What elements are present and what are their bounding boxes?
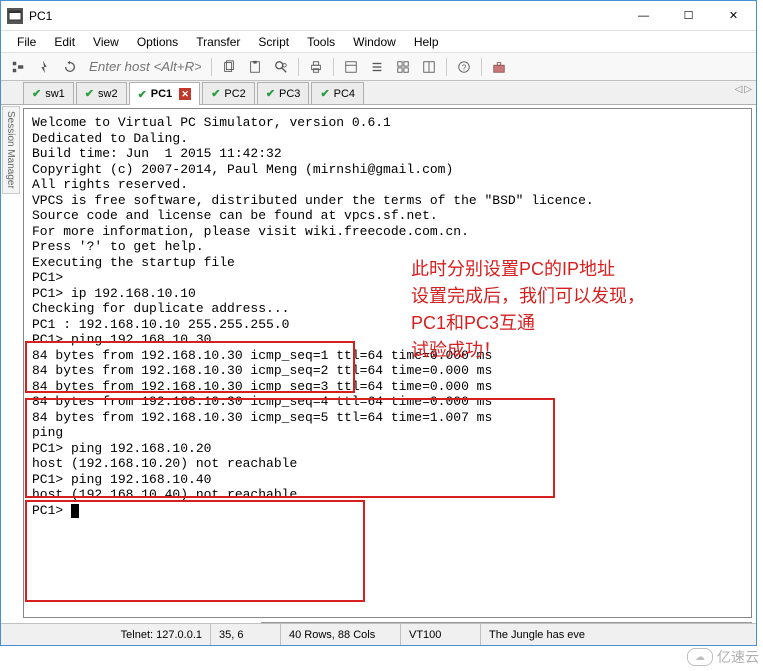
- toolbar-separator: [481, 58, 482, 76]
- check-icon: ✔: [266, 87, 275, 100]
- sidebar-session-manager[interactable]: Session Manager: [2, 106, 20, 194]
- tab-pc4[interactable]: ✔ PC4: [311, 82, 364, 104]
- tab-label: sw2: [98, 88, 118, 100]
- tab-close-icon[interactable]: ✕: [179, 88, 191, 100]
- cloud-icon: ☁: [687, 648, 713, 666]
- tab-label: PC2: [224, 88, 245, 100]
- check-icon: ✔: [211, 87, 220, 100]
- reconnect-icon[interactable]: [59, 56, 81, 78]
- menu-bar: File Edit View Options Transfer Script T…: [1, 31, 756, 53]
- tab-label: PC3: [279, 88, 300, 100]
- app-icon: [7, 8, 23, 24]
- menu-view[interactable]: View: [85, 33, 127, 51]
- check-icon: ✔: [320, 87, 329, 100]
- status-telnet: Telnet: 127.0.0.1: [1, 624, 211, 645]
- tab-pc2[interactable]: ✔ PC2: [202, 82, 255, 104]
- toolbar-separator: [298, 58, 299, 76]
- title-bar: PC1 — ☐ ✕: [1, 1, 756, 31]
- tab-pc3[interactable]: ✔ PC3: [257, 82, 310, 104]
- tab-label: PC1: [151, 88, 172, 100]
- tab-sw1[interactable]: ✔ sw1: [23, 82, 74, 104]
- toolbar-separator: [446, 58, 447, 76]
- list-icon[interactable]: [366, 56, 388, 78]
- status-extra: The Jungle has eve: [481, 624, 756, 645]
- annotation-line: 此时分别设置PC的IP地址: [411, 256, 645, 283]
- status-size: 40 Rows, 88 Cols: [281, 624, 401, 645]
- tab-bar: ✔ sw1 ✔ sw2 ✔ PC1 ✕ ✔ PC2 ✔ PC3 ✔ PC4 ◁ ▷: [1, 81, 756, 105]
- check-icon: ✔: [138, 88, 147, 101]
- close-button[interactable]: ✕: [711, 1, 756, 30]
- menu-script[interactable]: Script: [250, 33, 297, 51]
- toolbar-separator: [333, 58, 334, 76]
- maximize-button[interactable]: ☐: [666, 1, 711, 30]
- check-icon: ✔: [85, 87, 94, 100]
- help-icon[interactable]: ?: [453, 56, 475, 78]
- status-cursor-pos: 35, 6: [211, 624, 281, 645]
- annotation-line: 设置完成后，我们可以发现，: [411, 283, 645, 310]
- session-manager-icon[interactable]: [7, 56, 29, 78]
- tab-label: PC4: [334, 88, 355, 100]
- check-icon: ✔: [32, 87, 41, 100]
- menu-file[interactable]: File: [9, 33, 44, 51]
- quick-connect-icon[interactable]: [33, 56, 55, 78]
- app-window: PC1 — ☐ ✕ File Edit View Options Transfe…: [0, 0, 757, 646]
- host-input[interactable]: [85, 57, 205, 77]
- tab-sw2[interactable]: ✔ sw2: [76, 82, 127, 104]
- annotation-line: 试验成功！: [411, 337, 645, 364]
- grid-icon[interactable]: [392, 56, 414, 78]
- tab-pc1[interactable]: ✔ PC1 ✕: [129, 82, 201, 105]
- toolbar-separator: [211, 58, 212, 76]
- annotation-text: 此时分别设置PC的IP地址 设置完成后，我们可以发现， PC1和PC3互通 试验…: [411, 256, 645, 364]
- menu-tools[interactable]: Tools: [299, 33, 343, 51]
- tab-nav: ◁ ▷: [735, 84, 752, 95]
- properties-icon[interactable]: [340, 56, 362, 78]
- annotation-line: PC1和PC3互通: [411, 310, 645, 337]
- menu-edit[interactable]: Edit: [46, 33, 83, 51]
- menu-options[interactable]: Options: [129, 33, 186, 51]
- menu-help[interactable]: Help: [406, 33, 447, 51]
- tab-next-icon[interactable]: ▷: [744, 84, 752, 95]
- layout-icon[interactable]: [418, 56, 440, 78]
- svg-text:?: ?: [462, 63, 467, 72]
- menu-window[interactable]: Window: [345, 33, 404, 51]
- window-controls: — ☐ ✕: [621, 1, 756, 30]
- status-protocol: VT100: [401, 624, 481, 645]
- window-title: PC1: [29, 9, 621, 23]
- toolbox-icon[interactable]: [488, 56, 510, 78]
- find-icon[interactable]: [270, 56, 292, 78]
- menu-transfer[interactable]: Transfer: [188, 33, 248, 51]
- tab-prev-icon[interactable]: ◁: [735, 84, 743, 95]
- toolbar: ?: [1, 53, 756, 81]
- minimize-button[interactable]: —: [621, 1, 666, 30]
- status-bar: Telnet: 127.0.0.1 35, 6 40 Rows, 88 Cols…: [1, 623, 756, 645]
- watermark: ☁ 亿速云: [687, 647, 759, 667]
- print-icon[interactable]: [305, 56, 327, 78]
- paste-icon[interactable]: [244, 56, 266, 78]
- watermark-text: 亿速云: [717, 647, 759, 667]
- copy-icon[interactable]: [218, 56, 240, 78]
- tab-label: sw1: [45, 88, 65, 100]
